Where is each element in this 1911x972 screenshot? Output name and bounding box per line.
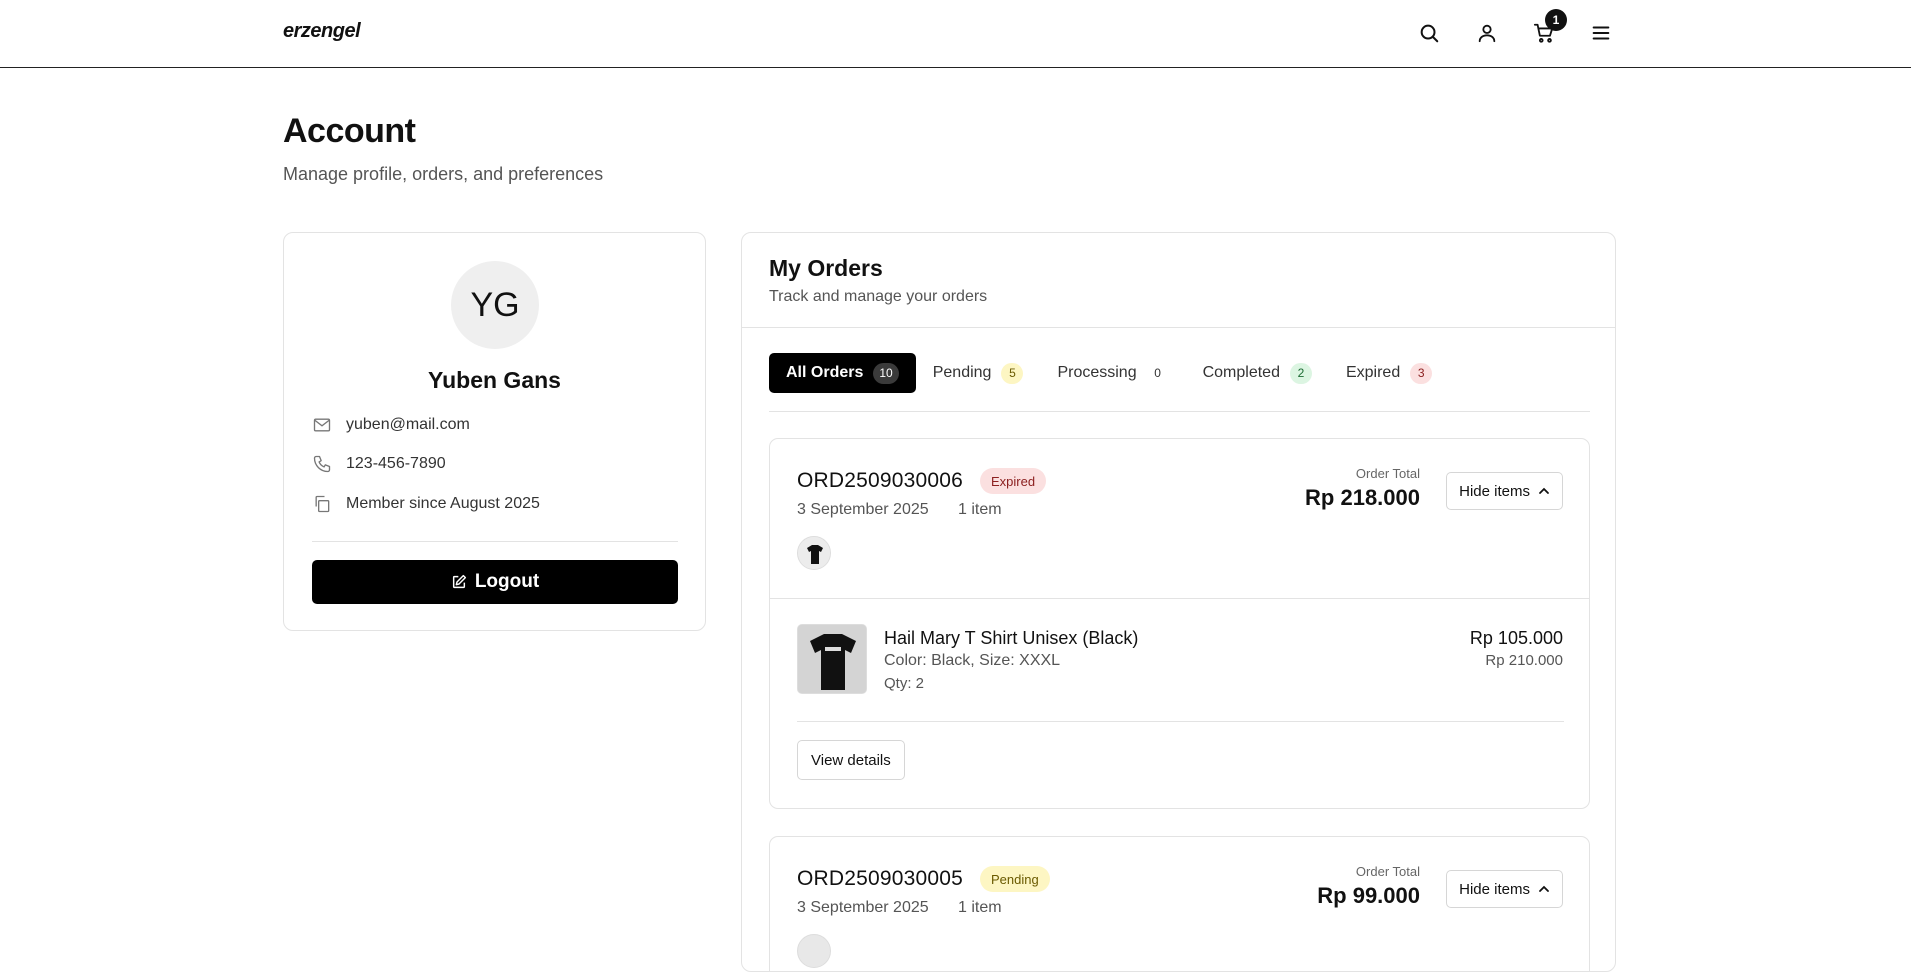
divider — [769, 411, 1590, 412]
tab-label: Processing — [1057, 364, 1137, 381]
item-name[interactable]: Hail Mary T Shirt Unisex (Black) — [884, 628, 1138, 649]
divider — [312, 541, 678, 542]
tab-count-badge: 0 — [1154, 366, 1161, 380]
orders-subtitle: Track and manage your orders — [769, 288, 988, 305]
tab-expired[interactable]: Expired 3 — [1329, 353, 1449, 393]
profile-card: YG Yuben Gans yuben@mail.com 123-456-789… — [283, 232, 706, 631]
tab-count-badge: 10 — [873, 362, 899, 384]
cart-icon[interactable]: 1 — [1531, 9, 1567, 46]
user-icon[interactable] — [1474, 20, 1500, 46]
hide-items-label: Hide items — [1459, 482, 1530, 500]
tab-pending[interactable]: Pending 5 — [916, 353, 1041, 393]
divider — [797, 721, 1564, 722]
hide-items-button[interactable]: Hide items — [1446, 870, 1563, 908]
tab-count-badge: 5 — [1001, 362, 1024, 384]
tab-completed[interactable]: Completed 2 — [1186, 353, 1329, 393]
order-total: Rp 218.000 — [1305, 485, 1420, 510]
product-image — [797, 624, 867, 694]
phone-icon — [313, 455, 331, 473]
tab-label: All Orders — [786, 364, 864, 381]
order-total-label: Order Total — [1355, 466, 1420, 481]
order-item-count: 1 item — [958, 501, 1002, 518]
profile-member-row: Member since August 2025 — [312, 494, 540, 514]
order-card: ORD2509030006 Expired 3 September 2025 1… — [769, 438, 1590, 809]
edit-icon — [452, 574, 466, 589]
profile-name: Yuben Gans — [428, 367, 561, 393]
order-total: Rp 99.000 — [1317, 883, 1420, 908]
status-badge: Pending — [980, 866, 1050, 892]
order-thumbnail — [797, 536, 831, 570]
profile-member-since: Member since August 2025 — [346, 495, 540, 512]
order-total-label: Order Total — [1355, 864, 1420, 879]
item-subtotal: Rp 210.000 — [1485, 652, 1563, 669]
divider — [742, 327, 1615, 328]
orders-title: My Orders — [769, 255, 883, 281]
order-card: ORD2509030005 Pending 3 September 2025 1… — [769, 836, 1590, 971]
cart-count-badge: 1 — [1545, 9, 1567, 31]
top-navbar: erzengel 1 — [0, 0, 1911, 68]
order-item-count: 1 item — [958, 899, 1002, 916]
order-date: 3 September 2025 — [797, 899, 929, 916]
profile-email-row: yuben@mail.com — [312, 415, 470, 435]
status-badge: Expired — [980, 468, 1047, 494]
avatar: YG — [451, 261, 539, 349]
order-thumbnail — [797, 934, 831, 968]
item-variant: Color: Black, Size: XXXL — [884, 652, 1061, 669]
page-subtitle: Manage profile, orders, and preferences — [283, 164, 604, 184]
tab-processing[interactable]: Processing 0 — [1040, 353, 1185, 393]
tab-count-badge: 3 — [1410, 362, 1433, 384]
profile-phone-row: 123-456-7890 — [312, 454, 446, 474]
page-title: Account — [283, 112, 416, 150]
order-date: 3 September 2025 — [797, 501, 929, 518]
order-id: ORD2509030006 — [797, 469, 964, 492]
tab-count-badge: 2 — [1289, 362, 1312, 384]
hide-items-button[interactable]: Hide items — [1446, 472, 1563, 510]
tab-label: Pending — [932, 364, 992, 381]
search-icon[interactable] — [1416, 20, 1442, 46]
item-price: Rp 105.000 — [1469, 628, 1563, 648]
order-filter-tabs: All Orders 10 Pending 5 Processing 0 Com… — [769, 353, 1449, 393]
tab-all-orders[interactable]: All Orders 10 — [769, 353, 916, 393]
view-details-button[interactable]: View details — [797, 740, 905, 780]
mail-icon — [313, 418, 331, 432]
chevron-up-icon — [1539, 885, 1549, 892]
hide-items-label: Hide items — [1459, 880, 1530, 898]
profile-email: yuben@mail.com — [346, 416, 470, 433]
order-id: ORD2509030005 — [797, 867, 964, 890]
divider — [770, 598, 1589, 599]
orders-panel: My Orders Track and manage your orders A… — [741, 232, 1616, 972]
tab-label: Completed — [1202, 364, 1280, 381]
menu-icon[interactable] — [1588, 20, 1614, 46]
chevron-up-icon — [1539, 487, 1549, 494]
tab-label: Expired — [1345, 364, 1401, 381]
logout-button[interactable]: Logout — [312, 560, 678, 604]
item-quantity: Qty: 2 — [884, 675, 925, 692]
brand-logo[interactable]: erzengel — [283, 20, 361, 43]
copy-icon — [315, 495, 330, 513]
logout-label: Logout — [474, 571, 540, 592]
profile-phone: 123-456-7890 — [346, 455, 446, 472]
